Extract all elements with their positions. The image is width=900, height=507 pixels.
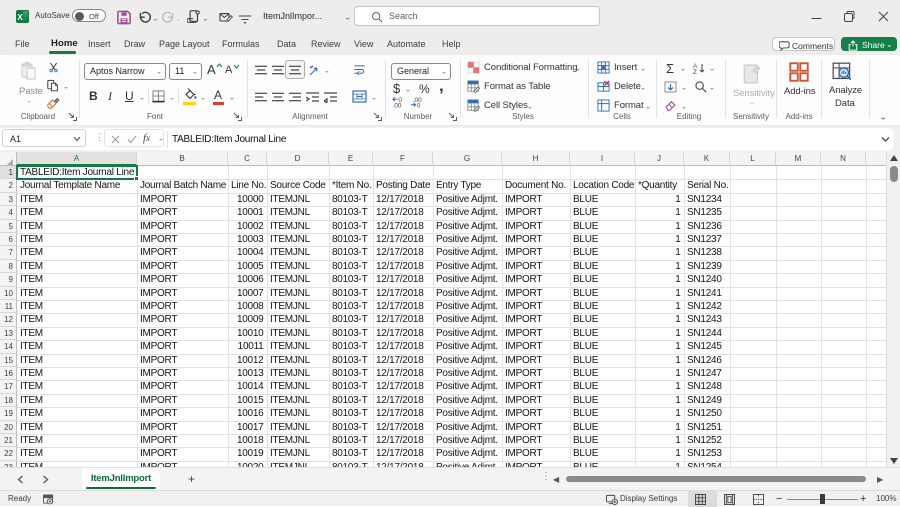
- svg-text:.00: .00: [392, 103, 401, 108]
- svg-text:Z: Z: [693, 69, 697, 74]
- svg-text:X: X: [17, 13, 23, 22]
- svg-text:0: 0: [417, 103, 421, 108]
